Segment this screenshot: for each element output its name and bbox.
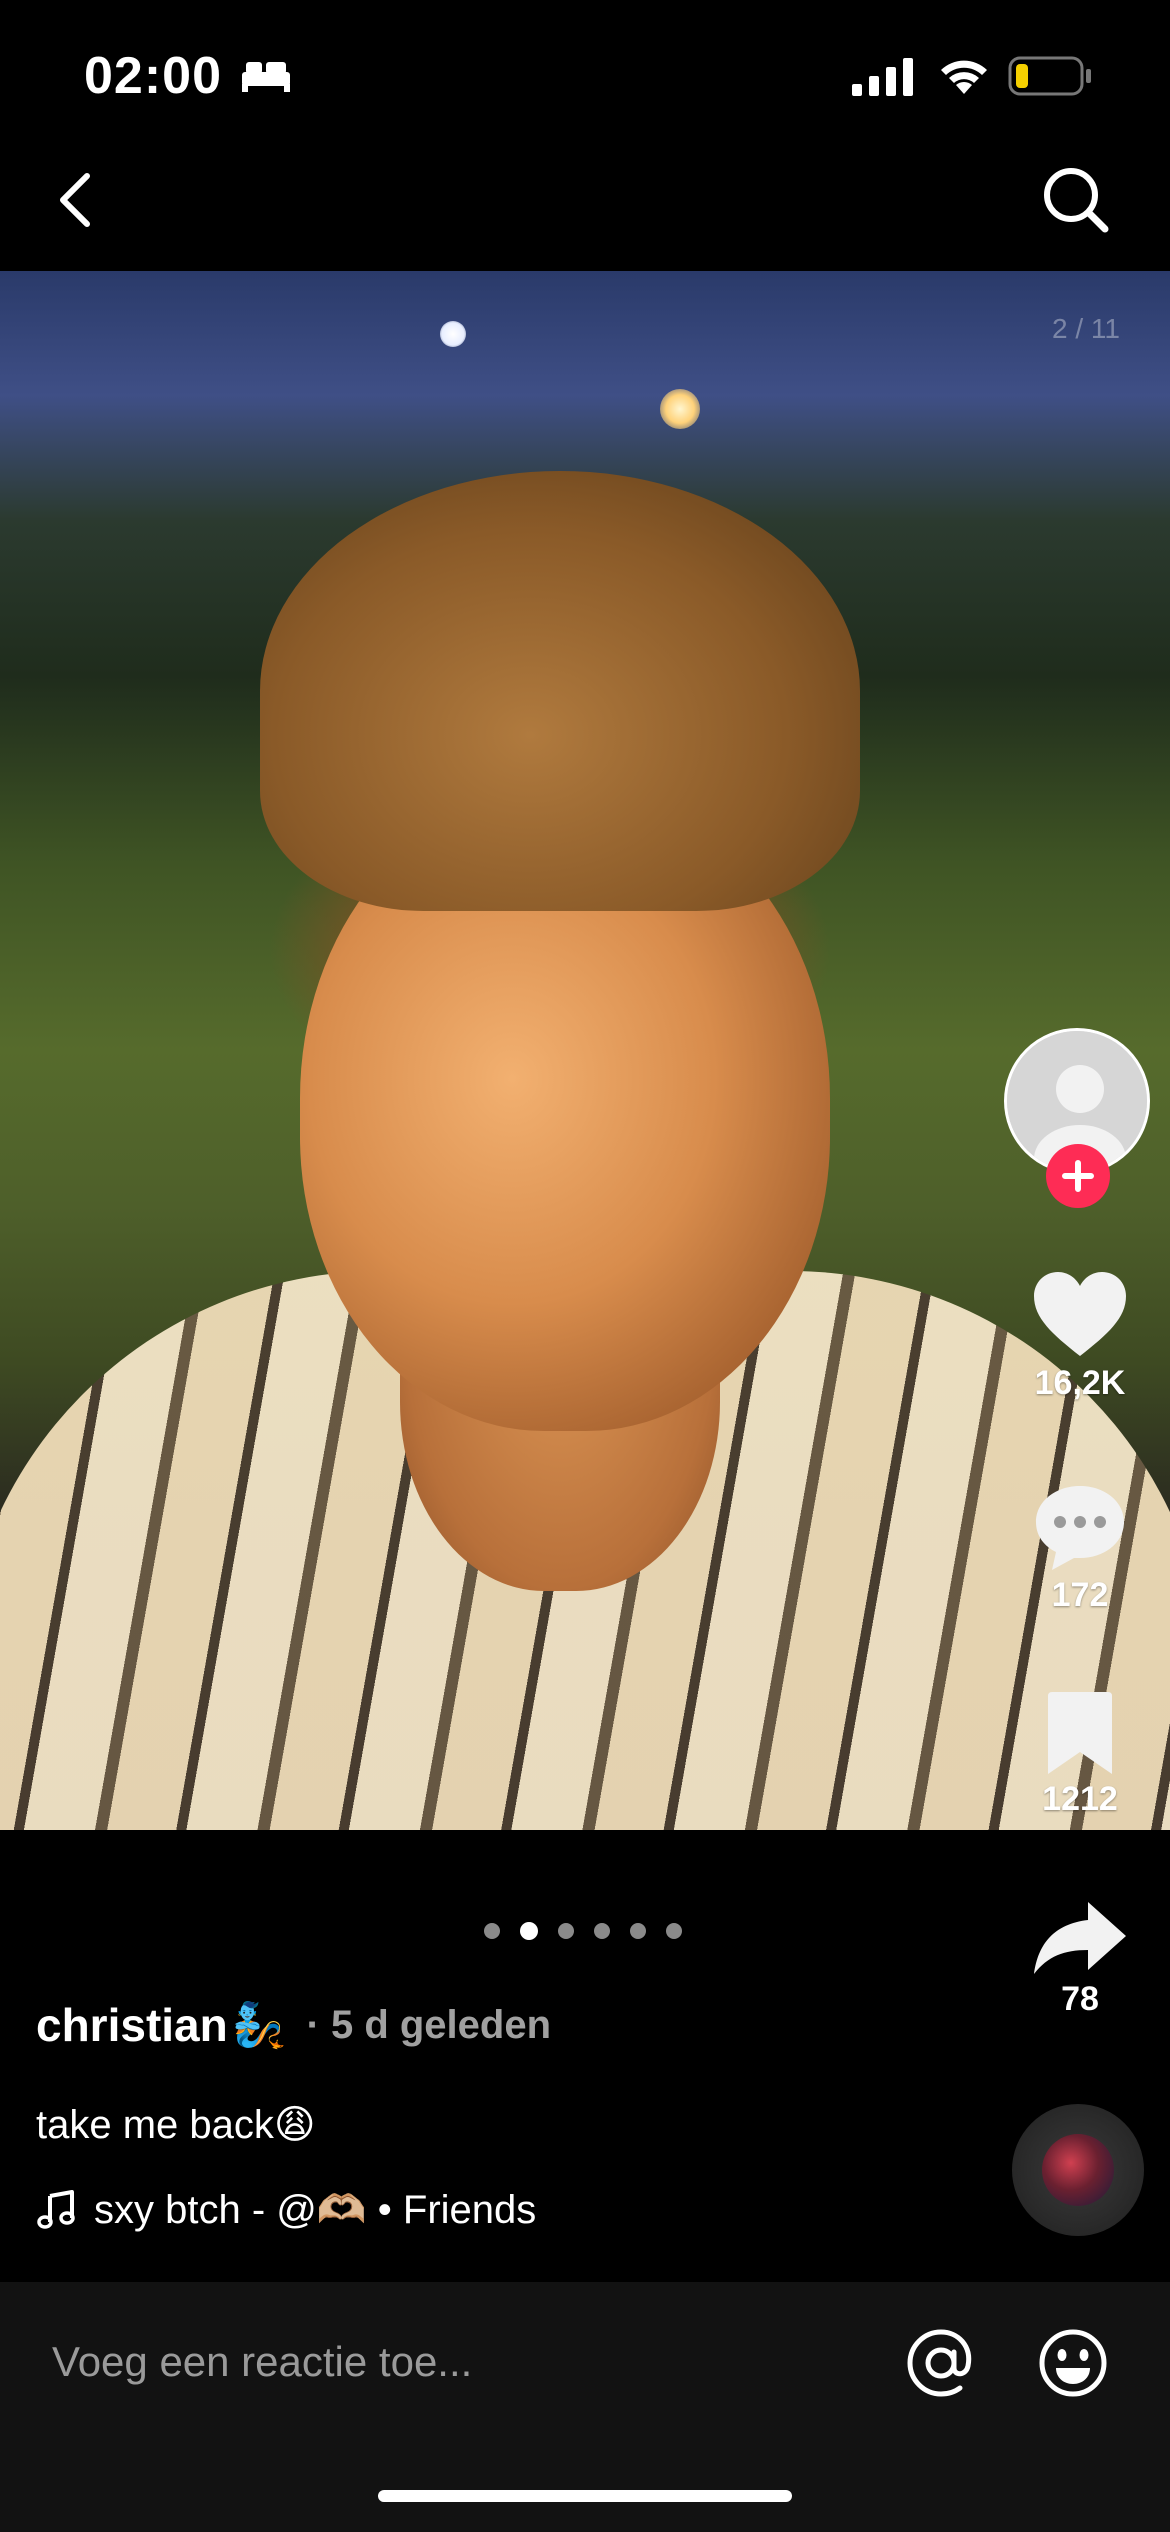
comment-icon	[1036, 1486, 1124, 1570]
music-cover-thumbnail	[1042, 2134, 1114, 2206]
heart-icon	[1034, 1272, 1126, 1356]
battery-low-icon	[1008, 56, 1092, 101]
post-time: · 5 d geleden	[306, 2002, 552, 2047]
like-button[interactable]: 16,2K	[1000, 1270, 1160, 1403]
bed-icon	[240, 58, 292, 99]
share-count: 78	[1061, 1980, 1099, 2018]
comment-count: 172	[1051, 1576, 1109, 1614]
author-row: christian 🧞 · 5 d geleden	[36, 1998, 551, 2052]
photo-moon	[440, 321, 466, 347]
music-note-icon	[37, 2189, 75, 2229]
photo-hair	[260, 471, 860, 911]
pager-dot	[630, 1923, 646, 1939]
follow-button[interactable]	[1046, 1144, 1110, 1208]
post-photo[interactable]: 2 / 11	[0, 271, 1170, 1830]
photo-counter: 2 / 11	[1052, 313, 1120, 344]
music-disc-button[interactable]	[1012, 2104, 1144, 2236]
author-name-emoji: 🧞	[231, 2001, 287, 2050]
search-button[interactable]	[1036, 160, 1116, 240]
wifi-icon	[936, 54, 992, 101]
status-time: 02:00	[84, 47, 222, 105]
share-button[interactable]: 78	[1000, 1900, 1160, 2019]
comment-input[interactable]	[50, 2326, 854, 2398]
plus-icon	[1062, 1160, 1094, 1192]
like-count: 16,2K	[1034, 1364, 1126, 1402]
bookmark-icon	[1048, 1692, 1112, 1774]
music-label: sxy btch - @🫶🏼 • Friends	[94, 2188, 537, 2232]
photo-street-lamp	[660, 389, 700, 429]
at-sign-icon	[907, 2329, 972, 2397]
cellular-signal-icon	[852, 58, 916, 101]
photo-pager	[484, 1922, 682, 1940]
pager-dot	[520, 1922, 538, 1940]
post-caption: take me back😩	[36, 2103, 316, 2147]
music-row[interactable]: sxy btch - @🫶🏼 • Friends	[36, 2186, 536, 2233]
author-name[interactable]: christian	[36, 1998, 228, 2052]
pager-dot	[558, 1923, 574, 1939]
smiley-face-icon	[1039, 2329, 1107, 2397]
back-button[interactable]	[40, 160, 110, 240]
mention-button[interactable]	[904, 2326, 978, 2400]
pager-dot	[484, 1923, 500, 1939]
pager-dot	[666, 1923, 682, 1939]
pager-dot	[594, 1923, 610, 1939]
chevron-left-icon	[60, 173, 90, 227]
home-indicator	[378, 2490, 792, 2502]
emoji-button[interactable]	[1036, 2326, 1110, 2400]
share-arrow-icon	[1034, 1902, 1126, 1974]
comment-button[interactable]: 172	[1000, 1482, 1160, 1615]
search-icon	[1044, 168, 1109, 233]
save-button[interactable]: 1212	[1000, 1690, 1160, 1819]
save-count: 1212	[1042, 1780, 1118, 1818]
